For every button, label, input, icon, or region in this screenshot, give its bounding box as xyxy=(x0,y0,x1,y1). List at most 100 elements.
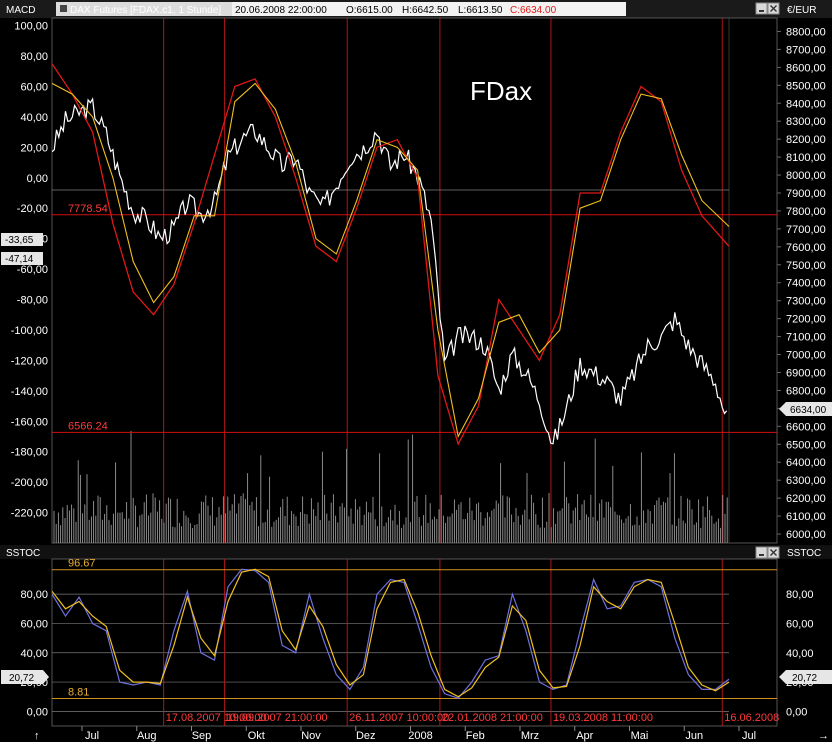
date-annotation: 16.06.2008 xyxy=(724,712,779,724)
right-axis-tick: 6000,00 xyxy=(786,529,826,541)
stoch-left-badge: 20,72 xyxy=(1,670,49,684)
price-line xyxy=(52,97,728,445)
bottom-right-axis: 80,0060,0040,0020,000,00 xyxy=(786,589,814,718)
watermark-label: FDax xyxy=(470,76,532,106)
right-axis-tick: 7500,00 xyxy=(786,260,826,272)
stoch-left-badge-text: 20,72 xyxy=(9,673,34,684)
stoch-left-tick: 40,00 xyxy=(20,648,48,660)
price-badge-text: 6634,00 xyxy=(790,405,827,416)
left-axis-tick: -180,00 xyxy=(11,447,48,459)
window-minimize-icon[interactable] xyxy=(755,2,768,15)
scroll-up-icon[interactable]: ↑ xyxy=(34,730,40,742)
left-axis-tick: -220,00 xyxy=(11,508,48,520)
window-close-icon[interactable] xyxy=(767,2,780,15)
scroll-right-icon[interactable]: → xyxy=(818,730,829,742)
bottom-panel-frame xyxy=(51,558,778,727)
right-axis-tick: 7000,00 xyxy=(786,350,826,362)
x-axis-month: Aug xyxy=(137,730,157,742)
right-axis-tick: 6600,00 xyxy=(786,421,826,433)
stoch-left-tick: 0,00 xyxy=(27,706,48,718)
x-axis-month: Mrz xyxy=(521,730,539,742)
signal-value-badge: -47,14 xyxy=(1,252,43,265)
date-vlines-top xyxy=(163,18,723,543)
x-axis-month: Sep xyxy=(192,730,212,742)
stoch-right-tick: 0,00 xyxy=(786,706,807,718)
right-axis-tick: 8000,00 xyxy=(786,170,826,182)
ohlc-close: C:6634.00 xyxy=(510,5,557,16)
left-axis-tick: -60,00 xyxy=(17,264,48,276)
stoch-k-line xyxy=(52,568,730,699)
price-value-badge: 6634,00 xyxy=(779,402,832,416)
stoch-right-tick: 60,00 xyxy=(786,618,814,630)
panel-minimize-icon[interactable] xyxy=(755,546,768,559)
x-axis: Jul Aug Sep Okt Nov Dez 2008 Feb Mrz Apr Mai Jun Jul xyxy=(81,726,756,742)
right-axis-tick: 8800,00 xyxy=(786,26,826,38)
ohlc-open: O:6615.00 xyxy=(346,5,393,16)
top-left-axis: 100,0080,0060,0040,0020,000,00-20,00-40,… xyxy=(11,21,48,520)
left-axis-tick: -20,00 xyxy=(17,203,48,215)
left-axis-tick: -140,00 xyxy=(11,386,48,398)
signal-badge-text: -47,14 xyxy=(5,254,34,265)
right-axis-tick: 8400,00 xyxy=(786,98,826,110)
date-annotation: 26.11.2007 10:00:00 xyxy=(349,712,449,724)
right-axis-tick: 8500,00 xyxy=(786,80,826,92)
left-axis-tick: -200,00 xyxy=(11,477,48,489)
right-axis-tick: 7900,00 xyxy=(786,188,826,200)
right-axis-tick: 7600,00 xyxy=(786,242,826,254)
right-axis-tick: 7100,00 xyxy=(786,332,826,344)
right-axis-tick: 8600,00 xyxy=(786,62,826,74)
right-axis-tick: 7800,00 xyxy=(786,206,826,218)
left-axis-tick: 60,00 xyxy=(20,81,48,93)
right-axis-tick: 7300,00 xyxy=(786,296,826,308)
volume-bars xyxy=(53,430,728,543)
panel-close-icon[interactable] xyxy=(767,546,780,559)
right-axis-tick: 6800,00 xyxy=(786,385,826,397)
right-axis-tick: 6500,00 xyxy=(786,439,826,451)
x-axis-month: Jun xyxy=(685,730,703,742)
signal-line xyxy=(52,82,730,439)
stoch-left-tick: 60,00 xyxy=(20,618,48,630)
right-axis-tick: 8200,00 xyxy=(786,134,826,146)
price-level-label: 6566.24 xyxy=(68,420,108,432)
instrument-icon xyxy=(60,5,67,12)
x-axis-month: Nov xyxy=(301,730,321,742)
date-annotation: 22.01.2008 21:00:00 xyxy=(442,712,543,724)
chart-canvas: MACD DAX Futures [FDAX.c1, 1 Stunde] 20.… xyxy=(0,0,832,742)
ohlc-date: 20.06.2008 22:00:00 xyxy=(235,5,327,16)
stoch-levels: 96.67 8.81 xyxy=(52,558,777,699)
macd-value-badge: -33,65 xyxy=(1,233,43,246)
macd-line xyxy=(52,63,730,446)
stoch-right-tick: 40,00 xyxy=(786,648,814,660)
top-panel-label: MACD xyxy=(6,5,35,16)
date-annotations: 17.08.2007 10:00:0019.09.2007 21:00:00 26… xyxy=(166,712,780,724)
stoch-level-label: 96.67 xyxy=(68,558,96,570)
left-axis-tick: 0,00 xyxy=(27,173,48,185)
stoch-right-tick: 80,00 xyxy=(786,589,814,601)
right-axis-tick: 8100,00 xyxy=(786,152,826,164)
stoch-left-tick: 80,00 xyxy=(20,589,48,601)
right-axis-tick: 6100,00 xyxy=(786,511,826,523)
stoch-d-line xyxy=(52,568,730,698)
stoch-level-label: 8.81 xyxy=(68,686,89,698)
x-axis-month: Apr xyxy=(576,730,593,742)
bottom-panel-header xyxy=(0,545,832,559)
left-axis-tick: 100,00 xyxy=(14,21,48,33)
ohlc-low: L:6613.50 xyxy=(458,5,503,16)
date-annotation: 19.09.2007 21:00:00 xyxy=(227,712,328,724)
x-axis-month: Mai xyxy=(631,730,649,742)
bottom-panel-label-left: SSTOC xyxy=(6,548,40,559)
left-axis-tick: -120,00 xyxy=(11,355,48,367)
left-axis-tick: 80,00 xyxy=(20,51,48,63)
date-annotation: 19.03.2008 11:00:00 xyxy=(553,712,653,724)
x-axis-month: Jul xyxy=(742,730,756,742)
top-right-axis: 8800,00 8700,00 8600,00 8500,00 8400,00 8300,… xyxy=(777,26,826,541)
macd-badge-text: -33,65 xyxy=(5,235,34,246)
x-axis-month: Dez xyxy=(356,730,376,742)
right-axis-tick: 7400,00 xyxy=(786,278,826,290)
left-axis-tick: -160,00 xyxy=(11,416,48,428)
x-axis-month: Jul xyxy=(85,730,99,742)
price-level-label: 7778.54 xyxy=(68,203,108,215)
instrument-name: DAX Futures [FDAX.c1, 1 Stunde] xyxy=(70,5,221,16)
ohlc-high: H:6642.50 xyxy=(402,5,449,16)
stoch-right-badge-text: 20,72 xyxy=(792,673,817,684)
